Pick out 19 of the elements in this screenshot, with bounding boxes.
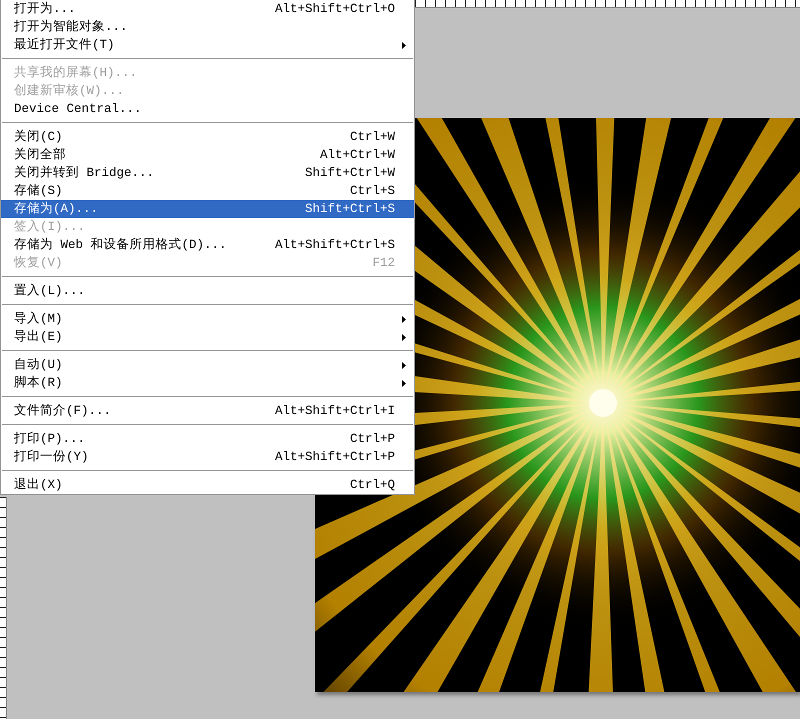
menu-item[interactable]: 打开为... Alt+Shift+Ctrl+O bbox=[1, 0, 414, 18]
menu-item[interactable]: 文件简介(F)... Alt+Shift+Ctrl+I bbox=[1, 402, 414, 420]
menu-item[interactable]: 导出(E) bbox=[1, 328, 414, 346]
menu-item[interactable]: 关闭并转到 Bridge... Shift+Ctrl+W bbox=[1, 164, 414, 182]
menu-item[interactable]: Device Central... bbox=[1, 100, 414, 118]
menu-item[interactable]: 存储(S) Ctrl+S bbox=[1, 182, 414, 200]
menu-item[interactable]: 打开为智能对象... bbox=[1, 18, 414, 36]
menu-item[interactable]: 存储为 Web 和设备所用格式(D)... Alt+Shift+Ctrl+S bbox=[1, 236, 414, 254]
menu-item[interactable]: 脚本(R) bbox=[1, 374, 414, 392]
menu-item[interactable]: 置入(L)... bbox=[1, 282, 414, 300]
menu-item[interactable]: 存储为(A)... Shift+Ctrl+S bbox=[1, 200, 414, 218]
menu-item[interactable]: 退出(X) Ctrl+Q bbox=[1, 476, 414, 494]
menu-item[interactable]: 打印(P)... Ctrl+P bbox=[1, 430, 414, 448]
menu-item[interactable]: 关闭(C) Ctrl+W bbox=[1, 128, 414, 146]
menu-item[interactable]: 关闭全部 Alt+Ctrl+W bbox=[1, 146, 414, 164]
menu-item[interactable]: 自动(U) bbox=[1, 356, 414, 374]
menu-item[interactable]: 打印一份(Y) Alt+Shift+Ctrl+P bbox=[1, 448, 414, 466]
menu-item[interactable]: 导入(M) bbox=[1, 310, 414, 328]
menu-item[interactable]: 最近打开文件(T) bbox=[1, 36, 414, 54]
